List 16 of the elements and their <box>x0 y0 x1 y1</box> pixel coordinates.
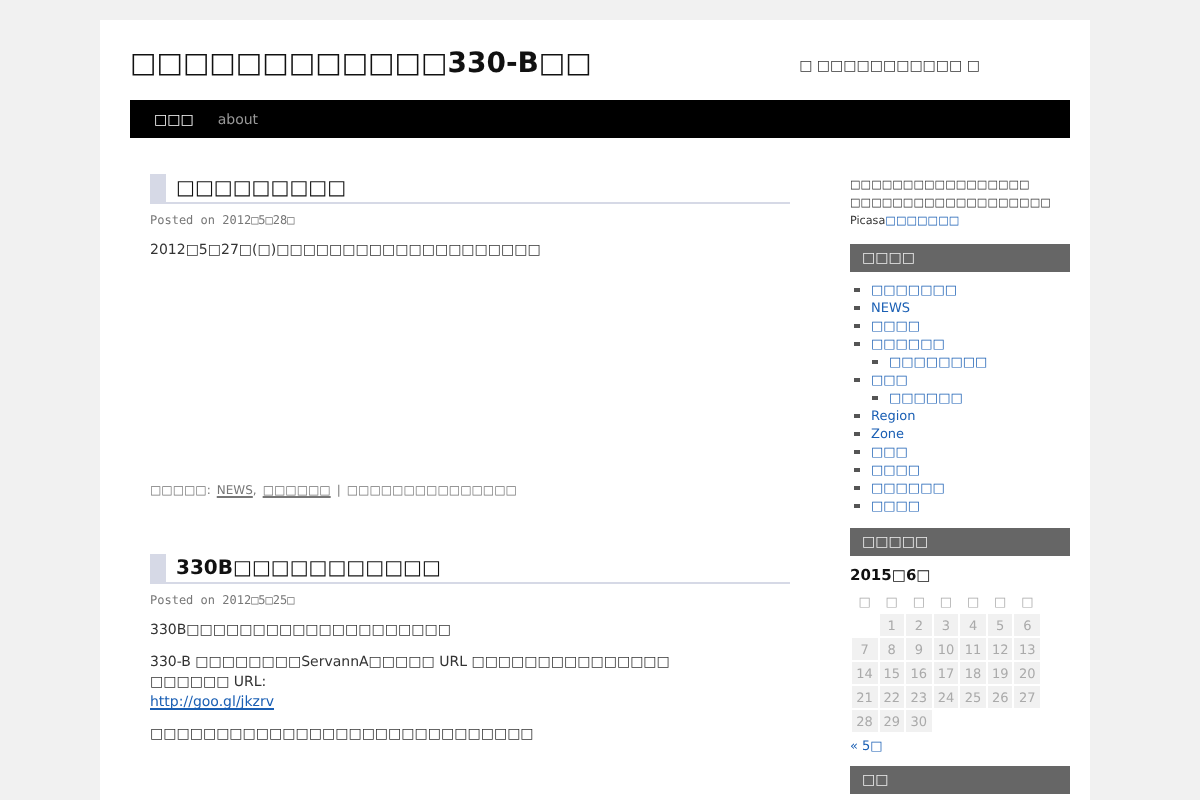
bullet-icon <box>854 287 859 293</box>
bullet-icon <box>854 305 859 311</box>
bullet-icon <box>854 341 859 347</box>
post-title[interactable]: 330B□□□□□□□□□□□ <box>150 554 790 584</box>
site-title[interactable]: □□□□□□□□□□□□330-B□□ <box>130 40 592 80</box>
bullet-icon <box>872 395 877 401</box>
post-title[interactable]: □□□□□□□□□ <box>150 174 790 204</box>
bullet-icon <box>854 377 859 383</box>
bullet-icon <box>872 359 877 365</box>
bullet-icon <box>854 467 859 473</box>
bullet-icon <box>854 503 859 509</box>
bullet-icon <box>854 413 859 419</box>
bullet-icon <box>854 323 859 329</box>
bullet-icon <box>854 431 859 437</box>
bullet-icon <box>854 449 859 455</box>
bullet-icon <box>854 485 859 491</box>
